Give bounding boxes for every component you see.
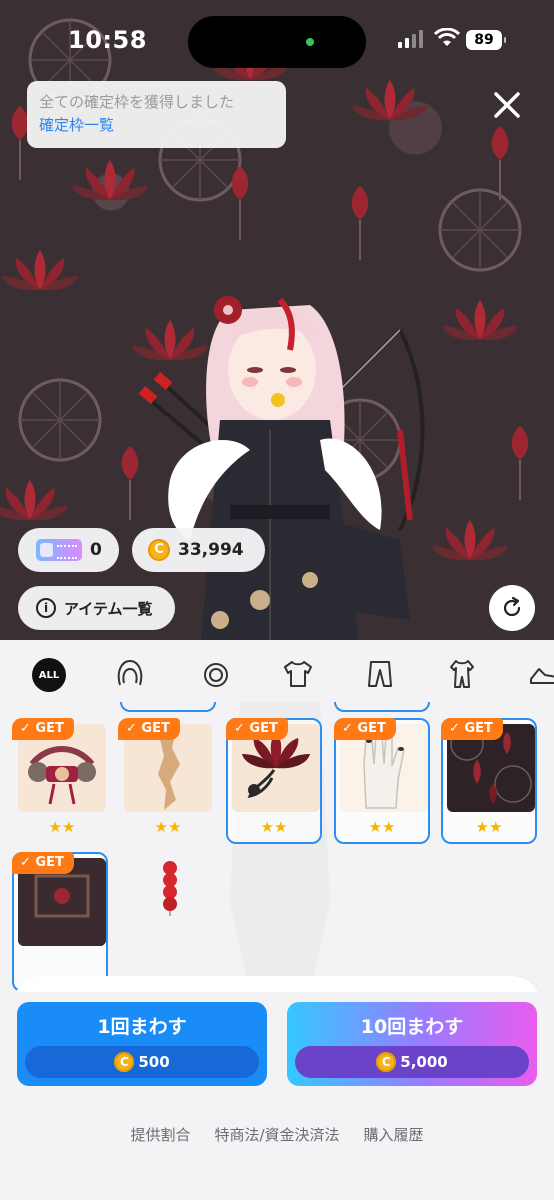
legal-notice-link[interactable]: 特商法/資金決済法 [214, 1124, 339, 1145]
item-card[interactable]: ✓ GET ★★ [12, 718, 110, 842]
bodysuit-icon [450, 660, 474, 688]
ring-icon [204, 663, 228, 687]
item-card-selected[interactable]: ✓ GET ★★ [441, 718, 537, 844]
item-grid: ✓ GET ★★ ✓ GET ★★ ✓ GET ★★ ✓ GET ★★ ✓ GE… [0, 702, 554, 992]
provision-rate-link[interactable]: 提供割合 [130, 1124, 190, 1145]
hair-icon [117, 659, 143, 686]
item-card[interactable]: ✓ GET ★★ [118, 718, 216, 842]
draw-once-button[interactable]: 1回まわす C 500 [17, 1002, 267, 1086]
cellular-signal-icon [398, 30, 423, 48]
item-list-button[interactable]: i アイテム一覧 [18, 586, 175, 630]
item-card-selected[interactable]: ✓ GET ★★ [226, 718, 322, 844]
get-badge: ✓ GET [334, 718, 396, 740]
category-tabs: ALL [0, 640, 554, 708]
close-icon[interactable] [490, 88, 524, 122]
coin-icon: C [114, 1052, 135, 1072]
status-bar: 10:58 89 [0, 0, 554, 80]
rarity-stars: ★★ [368, 818, 396, 836]
footer-links: 提供割合 特商法/資金決済法 購入履歴 [0, 1124, 554, 1145]
wifi-icon [434, 28, 460, 46]
shirt-icon [284, 661, 312, 687]
tab-accessory[interactable] [196, 654, 236, 694]
coin-icon: C [148, 539, 170, 561]
guaranteed-list-link[interactable]: 確定枠一覧 [39, 113, 274, 137]
get-badge: ✓ GET [12, 718, 74, 740]
character-preview-scene: 10:58 89 全ての確定枠を獲得しました 確定枠一覧 0 C 33,994 … [0, 0, 554, 640]
refresh-icon [503, 596, 521, 617]
gacha-panel: ALL ✓ GET ★★ ✓ GET ★★ ✓ GET ★★ ✓ GET ★★ … [0, 640, 554, 1200]
ticket-balance: 0 [18, 528, 119, 572]
tab-bodysuit[interactable] [442, 654, 482, 694]
purchase-history-link[interactable]: 購入履歴 [364, 1124, 424, 1145]
ticket-count: 0 [90, 540, 102, 560]
previous-row-card [334, 702, 430, 712]
tab-bottom[interactable] [360, 654, 400, 694]
dynamic-island [188, 16, 366, 68]
pants-icon [368, 661, 392, 687]
draw-ten-button[interactable]: 10回まわす C 5,000 [287, 1002, 537, 1086]
tab-all[interactable]: ALL [32, 658, 66, 692]
rarity-stars: ★★ [475, 818, 503, 836]
item-list-label: アイテム一覧 [64, 599, 153, 618]
item-card[interactable] [120, 852, 216, 992]
shoe-icon [530, 668, 554, 684]
item-card-selected[interactable]: ✓ GET [12, 852, 108, 992]
get-badge: ✓ GET [118, 718, 180, 740]
rarity-stars: ★★ [260, 818, 288, 836]
battery-indicator: 89 [466, 30, 506, 50]
draw-once-price: C 500 [25, 1046, 259, 1078]
draw-ten-price: C 5,000 [295, 1046, 529, 1078]
previous-row-card [120, 702, 216, 712]
guaranteed-notice: 全ての確定枠を獲得しました 確定枠一覧 [27, 81, 286, 148]
get-badge: ✓ GET [441, 718, 503, 740]
tab-hair[interactable] [110, 654, 150, 694]
color-variant-bar [12, 976, 542, 992]
status-time: 10:58 [68, 26, 147, 54]
coin-icon: C [376, 1052, 397, 1072]
candied-fruit-skewer-icon [163, 861, 177, 916]
rarity-stars: ★★ [154, 818, 182, 836]
notice-message: 全ての確定枠を獲得しました [39, 93, 235, 111]
coin-balance: C 33,994 [132, 528, 265, 572]
draw-ten-label: 10回まわす [360, 1016, 464, 1038]
item-card-selected[interactable]: ✓ GET ★★ [334, 718, 430, 844]
coin-count: 33,994 [178, 540, 244, 560]
camera-indicator-icon [306, 38, 314, 46]
tab-shoes[interactable] [524, 654, 554, 694]
info-icon: i [36, 598, 56, 618]
tab-top[interactable] [278, 654, 318, 694]
get-badge: ✓ GET [226, 718, 288, 740]
avatar-character [138, 296, 425, 640]
get-badge: ✓ GET [12, 852, 74, 874]
rarity-stars: ★★ [48, 818, 76, 836]
refresh-button[interactable] [489, 585, 535, 631]
ticket-icon [36, 539, 82, 561]
draw-once-label: 1回まわす [97, 1016, 187, 1038]
